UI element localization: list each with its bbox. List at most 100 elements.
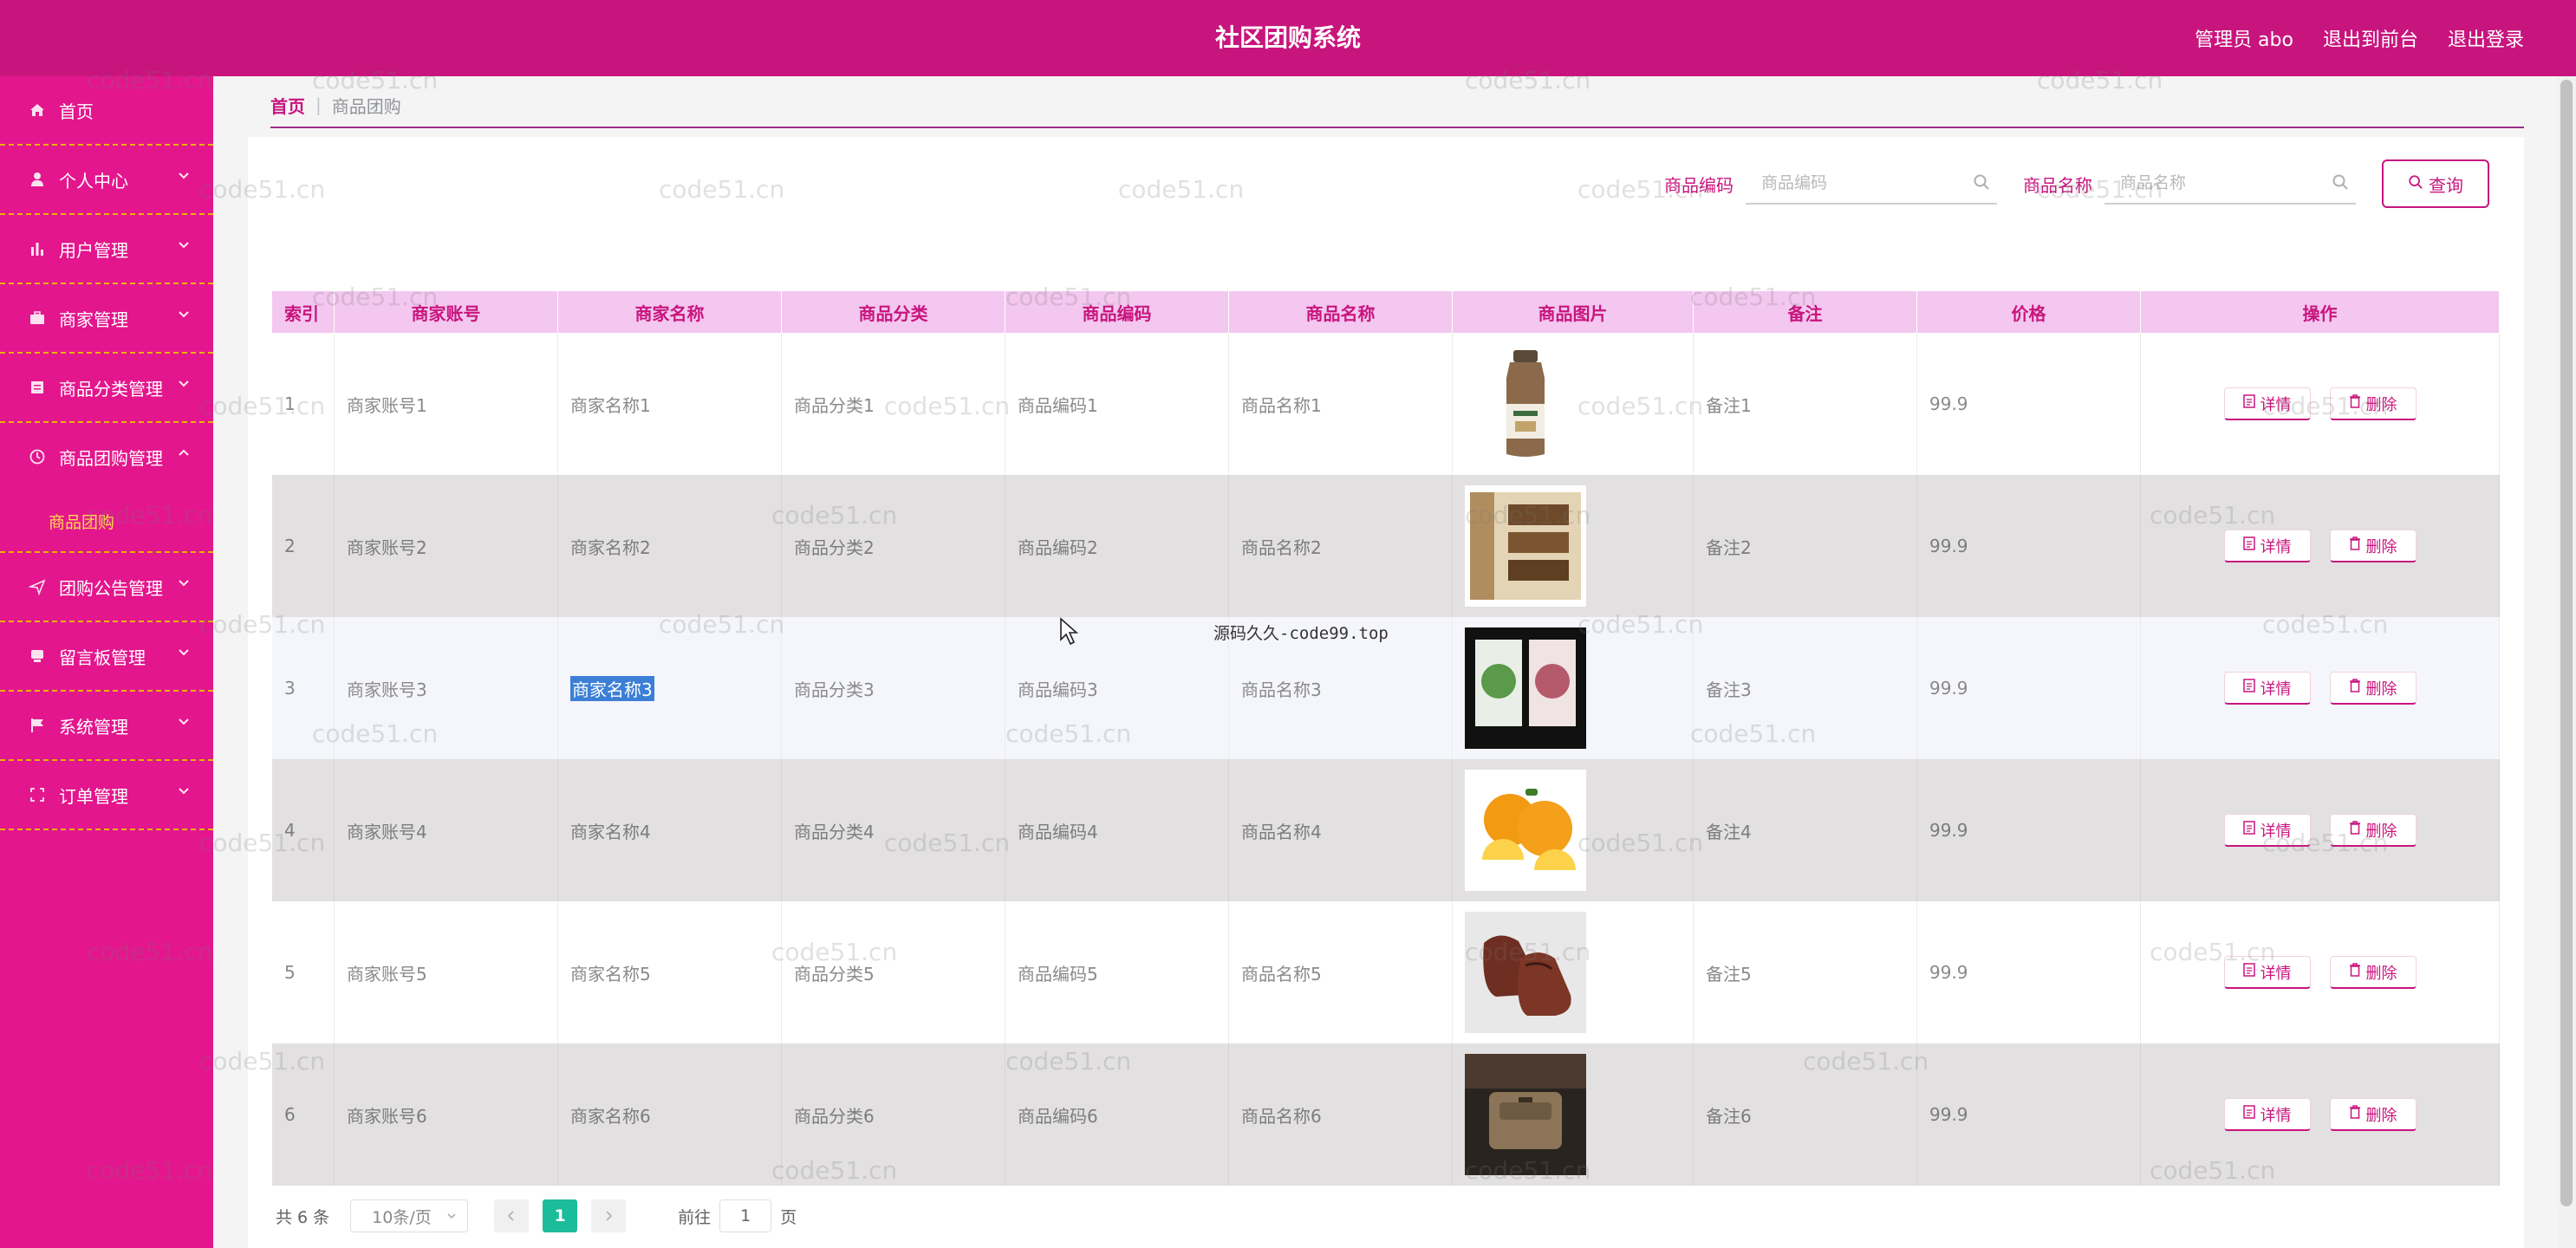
table-row[interactable]: 6 商家账号6 商家名称6 商品分类6 商品编码6 商品名称6 备注6 99.9…	[272, 1043, 2500, 1186]
cell-price: 99.9	[1917, 1043, 2141, 1186]
document-icon	[28, 378, 47, 397]
logout-link[interactable]: 退出登录	[2448, 24, 2524, 52]
search-bar: 商品编码 商品名称 查询	[1664, 159, 2489, 208]
chevron-up-icon	[177, 445, 191, 459]
sidebar-item-home[interactable]: 首页	[0, 76, 213, 146]
selected-text: 商家名称3	[570, 675, 654, 701]
detail-button[interactable]: 详情	[2223, 672, 2311, 705]
cell-code: 商品编码3	[1005, 617, 1229, 759]
sidebar: 首页 个人中心 用户管理 商家管理 商品分类管理 商品团购管理 商品团购 团购公…	[0, 76, 213, 1248]
column-header-note: 备注	[1694, 291, 1917, 333]
product-image-bottle[interactable]	[1465, 343, 1586, 465]
cell-image	[1453, 475, 1694, 617]
detail-button[interactable]: 详情	[2223, 387, 2311, 420]
table-row[interactable]: 2 商家账号2 商家名称2 商品分类2 商品编码2 商品名称2 备注2 99.9…	[272, 475, 2500, 617]
sidebar-item-product-categories[interactable]: 商品分类管理	[0, 354, 213, 423]
cell-note: 备注1	[1694, 333, 1917, 475]
sidebar-item-group-buying[interactable]: 商品团购管理	[0, 423, 213, 491]
column-header-merchant-name: 商家名称	[558, 291, 782, 333]
document-icon	[2242, 821, 2255, 839]
cell-image	[1453, 1043, 1694, 1186]
next-page-button[interactable]	[591, 1199, 627, 1232]
product-image-bag[interactable]	[1465, 1054, 1586, 1175]
cell-image	[1453, 901, 1694, 1043]
detail-button-label: 详情	[2260, 822, 2292, 841]
table-row[interactable]: 5 商家账号5 商家名称5 商品分类5 商品编码5 商品名称5 备注5 99.9…	[272, 901, 2500, 1043]
cell-image	[1453, 617, 1694, 759]
prev-page-button[interactable]	[494, 1199, 530, 1232]
trash-icon	[2349, 394, 2361, 413]
back-to-front-link[interactable]: 退出到前台	[2323, 24, 2418, 52]
mouse-cursor-icon	[1060, 617, 1079, 646]
cell-actions: 详情 删除	[2141, 1043, 2500, 1186]
admin-user-label[interactable]: 管理员 abo	[2195, 24, 2293, 52]
document-icon	[2242, 1105, 2255, 1123]
vertical-scrollbar[interactable]	[2557, 76, 2576, 1248]
sidebar-item-profile[interactable]: 个人中心	[0, 146, 213, 215]
cell-category: 商品分类3	[782, 617, 1005, 759]
trash-icon	[2349, 963, 2361, 981]
cell-merchant-name: 商家名称4	[558, 759, 782, 901]
product-image-shoes[interactable]	[1465, 912, 1586, 1033]
column-header-product-name: 商品名称	[1229, 291, 1453, 333]
search-icon	[2332, 173, 2349, 191]
product-code-input[interactable]	[1746, 163, 1980, 203]
breadcrumb-home[interactable]: 首页	[270, 93, 305, 118]
cell-product-name: 商品名称5	[1229, 901, 1453, 1043]
page-number-active[interactable]: 1	[543, 1199, 578, 1232]
delete-button[interactable]: 删除	[2329, 387, 2417, 420]
chevron-down-icon	[177, 645, 191, 659]
product-image-tea[interactable]	[1465, 627, 1586, 749]
product-name-input[interactable]	[2104, 163, 2339, 203]
frame-icon	[28, 785, 47, 804]
delete-button[interactable]: 删除	[2329, 956, 2417, 989]
sidebar-item-users[interactable]: 用户管理	[0, 215, 213, 284]
sidebar-item-message-board[interactable]: 留言板管理	[0, 622, 213, 692]
delete-button[interactable]: 删除	[2329, 672, 2417, 705]
delete-button[interactable]: 删除	[2329, 1098, 2417, 1131]
delete-button[interactable]: 删除	[2329, 814, 2417, 847]
column-header-code: 商品编码	[1005, 291, 1229, 333]
header-actions: 管理员 abo 退出到前台 退出登录	[2195, 21, 2524, 55]
detail-button[interactable]: 详情	[2223, 530, 2311, 562]
cell-actions: 详情 删除	[2141, 475, 2500, 617]
cell-product-name: 商品名称1	[1229, 333, 1453, 475]
sidebar-item-label: 个人中心	[59, 170, 128, 192]
cell-account: 商家账号1	[335, 333, 558, 475]
cell-account: 商家账号3	[335, 617, 558, 759]
detail-button[interactable]: 详情	[2223, 814, 2311, 847]
table-row[interactable]: 4 商家账号4 商家名称4 商品分类4 商品编码4 商品名称4 备注4 99.9…	[272, 759, 2500, 901]
product-code-label: 商品编码	[1664, 174, 1734, 196]
sidebar-item-system[interactable]: 系统管理	[0, 692, 213, 761]
column-header-account: 商家账号	[335, 291, 558, 333]
cell-note: 备注5	[1694, 901, 1917, 1043]
delete-button[interactable]: 删除	[2329, 530, 2417, 562]
top-header: 社区团购系统 管理员 abo 退出到前台 退出登录	[0, 0, 2576, 76]
scrollbar-thumb[interactable]	[2560, 80, 2573, 1206]
detail-button[interactable]: 详情	[2223, 1098, 2311, 1131]
column-header-category: 商品分类	[782, 291, 1005, 333]
product-image-oranges[interactable]	[1465, 770, 1586, 891]
detail-button-label: 详情	[2260, 1106, 2292, 1125]
cell-code: 商品编码1	[1005, 333, 1229, 475]
breadcrumb-current: 商品团购	[331, 95, 401, 117]
cell-category: 商品分类2	[782, 475, 1005, 617]
table-row[interactable]: 1 商家账号1 商家名称1 商品分类1 商品编码1 商品名称1 备注1 99.9…	[272, 333, 2500, 475]
sidebar-item-orders[interactable]: 订单管理	[0, 761, 213, 830]
cell-code: 商品编码5	[1005, 901, 1229, 1043]
query-button[interactable]: 查询	[2382, 159, 2489, 208]
breadcrumb: 首页 | 商品团购	[270, 83, 2524, 128]
goto-page-input[interactable]: 1	[719, 1199, 772, 1232]
cell-note: 备注4	[1694, 759, 1917, 901]
sidebar-subitem-group-buying[interactable]: 商品团购	[0, 491, 213, 553]
page-size-select[interactable]: 10条/页	[350, 1199, 469, 1232]
sidebar-item-merchants[interactable]: 商家管理	[0, 284, 213, 354]
sidebar-item-announcements[interactable]: 团购公告管理	[0, 553, 213, 622]
chevron-left-icon	[507, 1206, 516, 1225]
cell-note: 备注2	[1694, 475, 1917, 617]
cell-product-name: 商品名称2	[1229, 475, 1453, 617]
detail-button-label: 详情	[2260, 395, 2292, 414]
product-image-book[interactable]	[1465, 485, 1586, 607]
page-unit-label: 页	[780, 1207, 797, 1227]
detail-button[interactable]: 详情	[2223, 956, 2311, 989]
